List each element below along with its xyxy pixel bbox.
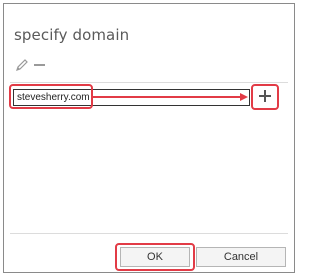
cancel-button[interactable]: Cancel [196, 247, 286, 267]
ok-button[interactable]: OK [120, 247, 190, 267]
plus-icon [258, 89, 272, 106]
arrow-annotation [93, 93, 248, 101]
add-button[interactable] [255, 88, 275, 106]
